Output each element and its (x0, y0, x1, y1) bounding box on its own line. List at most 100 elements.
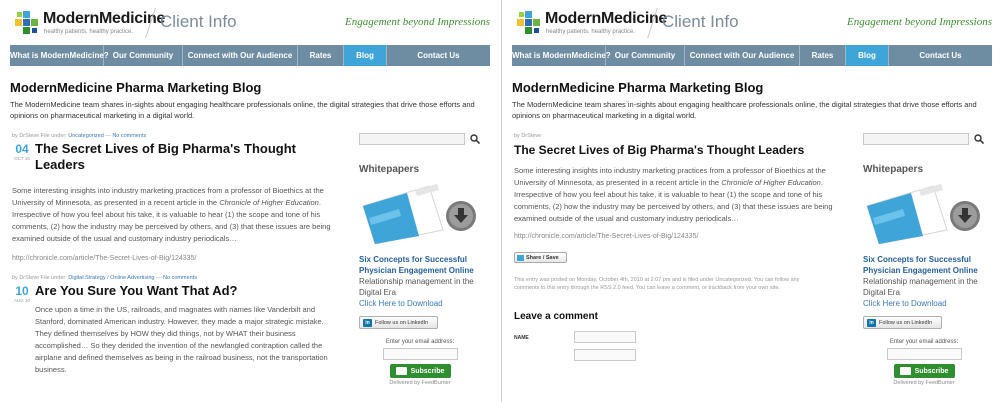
linkedin-label: Follow us on LinkedIn (879, 319, 933, 326)
post-source-link[interactable]: http://chronicle.com/article/The-Secret-… (12, 255, 337, 262)
blog-title: ModernMedicine Pharma Marketing Blog (512, 80, 764, 95)
post-title: The Secret Lives of Big Pharma's Thought… (514, 143, 805, 157)
search-row (359, 133, 481, 147)
post-day: 10 (15, 284, 29, 298)
logo-client-info: Client Info (160, 12, 237, 31)
site-slogan: Engagement beyond Impressions (344, 16, 490, 28)
nav-item-rates[interactable]: Rates (298, 45, 344, 66)
whitepapers-heading: Whitepapers (863, 164, 924, 175)
main-nav: What is ModernMedicine? Our Community Co… (512, 45, 992, 66)
blog-description: The ModernMedicine team shares in-sights… (512, 100, 977, 120)
post-category-link[interactable]: Digital Strategy / Online Advertising (68, 275, 154, 281)
whitepaper-link[interactable]: Six Concepts for Successful Physician En… (359, 254, 481, 276)
post-body-source: Chronicle of Higher Education (721, 178, 821, 187)
logo-name[interactable]: ModernMedicine (43, 10, 165, 28)
linkedin-icon: in (867, 318, 876, 327)
post-month: AUG 10 (13, 298, 30, 303)
post-comments-link[interactable]: No comments (163, 275, 197, 281)
site-header: ModernMedicine healthy patients. healthy… (512, 6, 992, 42)
logo-mark-icon[interactable] (516, 10, 542, 36)
blog-description: The ModernMedicine team shares in-sights… (10, 100, 475, 120)
post-meta-separator: — (156, 275, 162, 281)
linkedin-follow-button[interactable]: in Follow us on LinkedIn (863, 316, 942, 329)
post-author[interactable]: by DrSteve (12, 275, 39, 281)
post-item: by DrSteve File under: Digital Strategy … (12, 275, 337, 376)
post-meta-separator: — (105, 133, 111, 139)
linkedin-label: Follow us on LinkedIn (375, 319, 429, 326)
nav-item-connect[interactable]: Connect with Our Audience (183, 45, 298, 66)
search-icon[interactable] (470, 134, 480, 144)
post-author[interactable]: by DrSteve (12, 133, 39, 139)
search-row (863, 133, 985, 147)
leave-comment-heading: Leave a comment (514, 311, 598, 322)
nav-item-what-is[interactable]: What is ModernMedicine? (512, 45, 611, 66)
envelope-icon (899, 367, 911, 375)
post-body: Some interesting insights into industry … (514, 165, 839, 225)
main-nav: What is ModernMedicine? Our Community Co… (10, 45, 490, 66)
sidebar: Whitepapers Six Concepts for Successful … (359, 133, 481, 386)
nav-item-blog[interactable]: Blog (344, 45, 387, 66)
comment-email-field[interactable] (574, 349, 636, 361)
feedburner-credit[interactable]: Delivered by FeedBurner (359, 380, 481, 386)
blog-title: ModernMedicine Pharma Marketing Blog (10, 80, 262, 95)
logo-mark-icon[interactable] (14, 10, 40, 36)
nav-item-contact[interactable]: Contact Us (889, 45, 992, 66)
comment-name-row: NAME (514, 331, 839, 345)
post-title-link[interactable]: Are You Sure You Want That Ad? (35, 283, 335, 299)
post-category-link[interactable]: Uncategorized (68, 133, 103, 139)
feedburner-credit[interactable]: Delivered by FeedBurner (863, 380, 985, 386)
site-header: ModernMedicine healthy patients. healthy… (10, 6, 490, 42)
logo-client-info: Client Info (662, 12, 739, 31)
post-filed-label: File under: (40, 133, 67, 139)
whitepaper-description: Relationship management in the Digital E… (359, 277, 474, 297)
name-field[interactable] (574, 331, 636, 343)
share-label: Share / Save (526, 254, 559, 261)
subscribe-button[interactable]: Subscribe (893, 364, 955, 378)
linkedin-icon: in (363, 318, 372, 327)
post-day: 04 (15, 142, 29, 156)
whitepaper-download-link[interactable]: Click Here to Download (863, 298, 985, 309)
search-icon[interactable] (974, 134, 984, 144)
whitepaper-cover-image[interactable] (359, 184, 481, 245)
envelope-icon (395, 367, 407, 375)
logo-name[interactable]: ModernMedicine (545, 10, 667, 28)
email-label: Enter your email address: (889, 339, 959, 345)
whitepapers-heading: Whitepapers (359, 164, 420, 175)
search-input[interactable] (359, 133, 465, 145)
sidebar: Whitepapers Six Concepts for Successful … (863, 133, 985, 386)
whitepaper-link[interactable]: Six Concepts for Successful Physician En… (863, 254, 985, 276)
single-post: by DrSteve The Secret Lives of Big Pharm… (514, 133, 839, 363)
nav-item-rates[interactable]: Rates (800, 45, 846, 66)
post-author[interactable]: by DrSteve (514, 133, 541, 139)
post-source-link[interactable]: http://chronicle.com/article/The-Secret-… (514, 233, 839, 240)
nav-item-blog[interactable]: Blog (846, 45, 889, 66)
nav-item-what-is[interactable]: What is ModernMedicine? (10, 45, 109, 66)
post-title-link[interactable]: The Secret Lives of Big Pharma's Thought… (35, 141, 335, 173)
nav-item-community[interactable]: Our Community (104, 45, 183, 66)
post-list: by DrSteve File under: Uncategorized — N… (12, 133, 337, 376)
whitepaper-cover-image[interactable] (863, 184, 985, 245)
logo-tagline: healthy patients. healthy practice. (44, 29, 134, 35)
email-field[interactable] (382, 348, 458, 360)
search-input[interactable] (863, 133, 969, 145)
whitepaper-description: Relationship management in the Digital E… (863, 277, 978, 297)
post-excerpt: Some interesting insights into industry … (12, 185, 337, 245)
post-meta: by DrSteve File under: Digital Strategy … (12, 275, 337, 281)
entry-meta: This entry was posted on Monday, October… (514, 277, 800, 291)
share-save-button[interactable]: Share / Save (514, 252, 567, 263)
name-label: NAME (514, 335, 529, 341)
linkedin-follow-button[interactable]: in Follow us on LinkedIn (359, 316, 438, 329)
email-field[interactable] (886, 348, 962, 360)
post-header: 04 OCT 10 The Secret Lives of Big Pharma… (12, 141, 337, 175)
post-excerpt-source: Chronicle of Higher Education (219, 198, 319, 207)
nav-item-connect[interactable]: Connect with Our Audience (685, 45, 800, 66)
post-header: 10 AUG 10 Are You Sure You Want That Ad? (12, 283, 337, 303)
post-comments-link[interactable]: No comments (112, 133, 146, 139)
whitepaper-download-link[interactable]: Click Here to Download (359, 298, 481, 309)
subscribe-label: Subscribe (914, 367, 949, 375)
post-filed-label: File under: (40, 275, 67, 281)
nav-item-community[interactable]: Our Community (606, 45, 685, 66)
post-date: 04 OCT 10 (12, 142, 32, 162)
nav-item-contact[interactable]: Contact Us (387, 45, 490, 66)
subscribe-button[interactable]: Subscribe (389, 364, 451, 378)
